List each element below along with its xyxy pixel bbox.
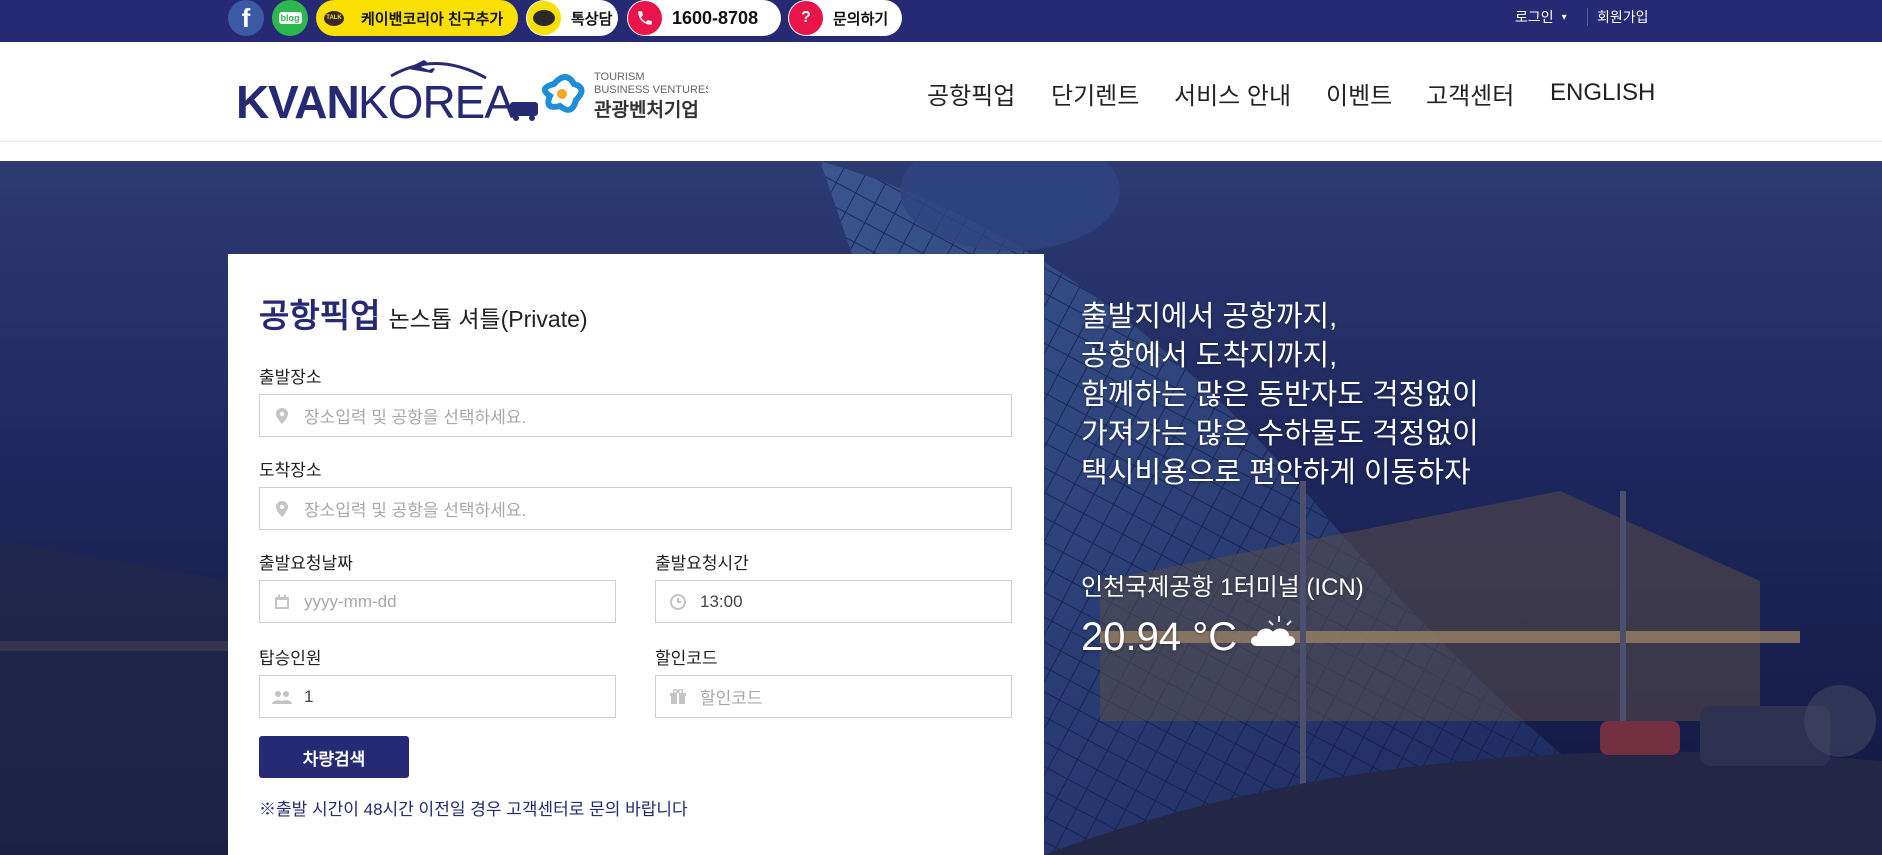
blog-icon[interactable]: blog [272,0,308,36]
slogan-line: 공항에서 도착지까지, [1081,340,1338,372]
talk-consult-label: 톡상담 [571,10,613,28]
arrival-label: 도착장소 [259,461,322,480]
passengers-input[interactable]: 1 [259,675,616,718]
departure-placeholder: 장소입력 및 공항을 선택하세요. [304,408,527,427]
coupon-label: 할인코드 [655,649,718,668]
phone-icon [628,1,662,35]
facebook-icon[interactable]: f [228,0,264,36]
question-icon: ? [789,1,823,35]
map-pin-icon [260,500,304,517]
map-pin-icon [260,407,304,424]
nav-event[interactable]: 이벤트 [1326,76,1392,110]
coupon-placeholder: 할인코드 [700,689,763,708]
date-placeholder: yyyy-mm-dd [304,591,397,611]
passengers-value: 1 [304,686,314,706]
date-input[interactable]: yyyy-mm-dd [259,580,616,623]
weather-temperature: 20.94 °C [1081,614,1238,659]
phone-number-label: 1600-8708 [672,7,759,28]
passengers-label: 탑승인원 [259,649,322,668]
time-label: 출발요청시간 [655,554,749,573]
vehicle-search-button[interactable]: 차량검색 [259,736,409,778]
kakao-talk-icon: TALK [317,1,351,35]
nav-english[interactable]: ENGLISH [1550,76,1655,110]
weather-widget: 20.94 °C [1081,612,1303,662]
login-link[interactable]: 로그인 ▾ [1515,0,1567,34]
phone-button[interactable]: 1600-8708 [627,0,781,36]
hero-slogan: 출발지에서 공항까지, 공항에서 도착지까지, 함께하는 많은 동반자도 걱정없… [1081,298,1479,493]
talk-consult-button[interactable]: 톡상담 [526,0,618,36]
inquiry-button[interactable]: ? 문의하기 [788,0,902,36]
booking-title-main: 공항픽업 [259,297,381,334]
booking-form-panel: 공항픽업 논스톱 셔틀(Private) 출발장소 장소입력 및 공항을 선택하… [228,254,1044,855]
slogan-line: 출발지에서 공항까지, [1081,301,1338,333]
logo-tagline-2: BUSINESS VENTURES [594,84,708,96]
booking-notice: ※출발 시간이 48시간 이전일 경우 고객센터로 문의 바랍니다 [259,800,688,819]
logo-tagline-kr: 관광벤처기업 [594,99,699,121]
logo-tagline-1: TOURISM [594,71,645,83]
nav-customer-center[interactable]: 고객센터 [1426,76,1514,110]
arrival-input[interactable]: 장소입력 및 공항을 선택하세요. [259,487,1012,530]
calendar-icon [260,594,304,610]
blog-icon-label: blog [278,12,302,24]
cloudy-icon [1247,612,1303,662]
departure-label: 출발장소 [259,368,322,387]
kakao-add-friend-label: 케이밴코리아 친구추가 [361,10,504,28]
svg-text:K: K [236,76,269,128]
slogan-line: 함께하는 많은 동반자도 걱정없이 [1081,379,1479,411]
slogan-line: 택시비용으로 편안하게 이동하자 [1081,457,1471,489]
nav-short-rent[interactable]: 단기렌트 [1051,76,1139,110]
kakao-talk-badge: TALK [324,10,344,26]
svg-text:KOREA: KOREA [358,76,515,128]
gift-icon [656,688,700,705]
inquiry-label: 문의하기 [833,10,889,28]
coupon-input[interactable]: 할인코드 [655,675,1012,718]
date-label: 출발요청날짜 [259,554,353,573]
chat-bubble-icon [527,1,561,35]
departure-input[interactable]: 장소입력 및 공항을 선택하세요. [259,394,1012,437]
nav-service-info[interactable]: 서비스 안내 [1174,76,1291,110]
arrival-placeholder: 장소입력 및 공항을 선택하세요. [304,501,527,520]
time-value: 13:00 [700,591,743,611]
slogan-line: 가져가는 많은 수하물도 걱정없이 [1081,418,1479,450]
login-label: 로그인 [1515,9,1554,25]
booking-title-sub: 논스톱 셔틀(Private) [388,306,588,332]
join-link[interactable]: 회원가입 [1597,0,1649,34]
kvankorea-logo[interactable]: K VAN KOREA TOURISM BUSINESS VENTURES 관광… [236,56,713,128]
topbar-divider [1587,8,1588,26]
kakao-add-friend-button[interactable]: TALK 케이밴코리아 친구추가 [316,0,518,36]
top-bar: f blog TALK 케이밴코리아 친구추가 톡상담 1600-8708 ? … [0,0,1882,42]
clock-icon [656,593,700,610]
join-label: 회원가입 [1597,9,1649,25]
weather-location: 인천국제공항 1터미널 (ICN) [1081,574,1364,601]
chevron-down-icon: ▾ [1561,11,1567,23]
users-icon [260,689,304,705]
nav-airport-pickup[interactable]: 공항픽업 [927,76,1015,110]
booking-title: 공항픽업 논스톱 셔틀(Private) [259,289,588,337]
time-input[interactable]: 13:00 [655,580,1012,623]
svg-text:VAN: VAN [268,76,359,128]
